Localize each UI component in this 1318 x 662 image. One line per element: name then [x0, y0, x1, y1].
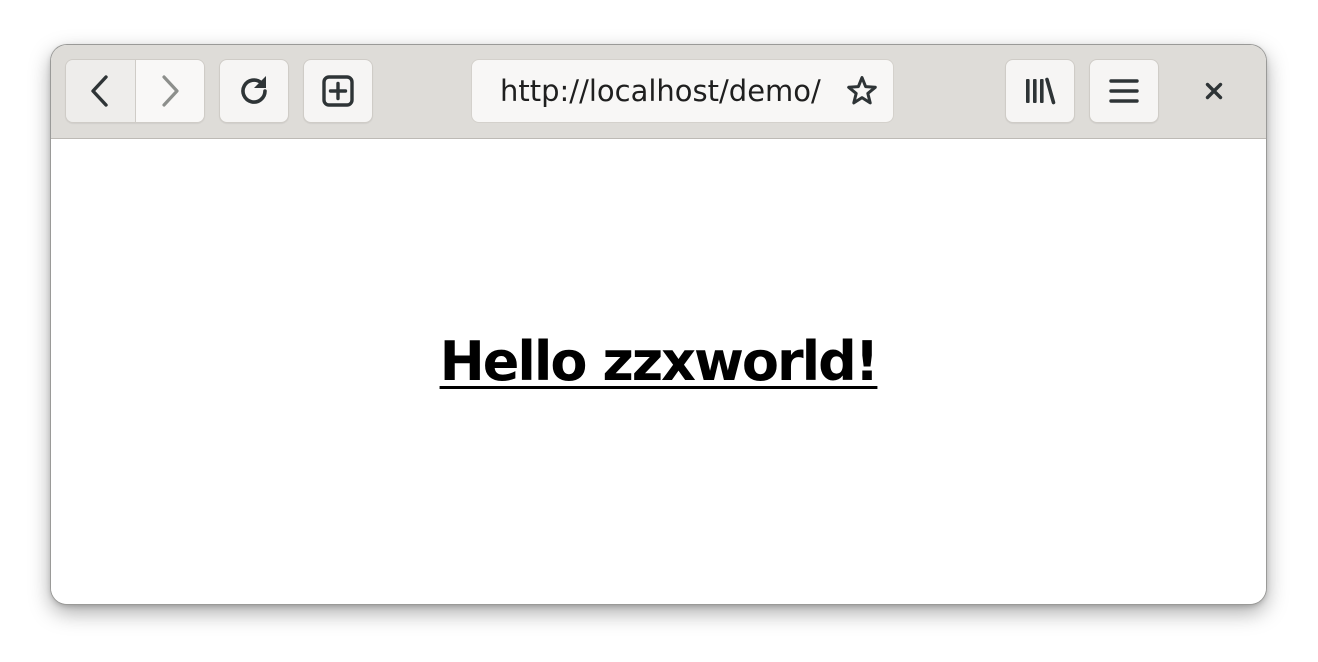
chevron-right-icon [162, 75, 179, 107]
new-tab-button[interactable] [303, 59, 373, 123]
address-bar[interactable]: http://localhost/demo/ [471, 59, 894, 123]
navigation-buttons [65, 59, 205, 123]
star-icon[interactable] [845, 74, 879, 108]
reload-icon [241, 76, 267, 104]
new-tab-plus-icon [322, 75, 354, 107]
library-button[interactable] [1005, 59, 1075, 123]
forward-button[interactable] [135, 60, 204, 122]
chevron-left-icon [91, 75, 108, 107]
close-icon [1205, 82, 1223, 100]
page-heading: Hello zzxworld! [51, 335, 1266, 389]
heading-link[interactable]: Hello zzxworld! [440, 330, 880, 393]
browser-window: http://localhost/demo/ Hello zzxworld! [51, 45, 1266, 604]
url-text[interactable]: http://localhost/demo/ [500, 60, 821, 122]
library-icon [1026, 77, 1056, 105]
close-window-button[interactable] [1198, 75, 1230, 107]
page-content: Hello zzxworld! [51, 139, 1266, 604]
back-button[interactable] [66, 60, 136, 122]
browser-toolbar: http://localhost/demo/ [51, 45, 1266, 139]
hamburger-menu-icon [1109, 79, 1139, 103]
reload-button[interactable] [219, 59, 289, 123]
menu-button[interactable] [1089, 59, 1159, 123]
